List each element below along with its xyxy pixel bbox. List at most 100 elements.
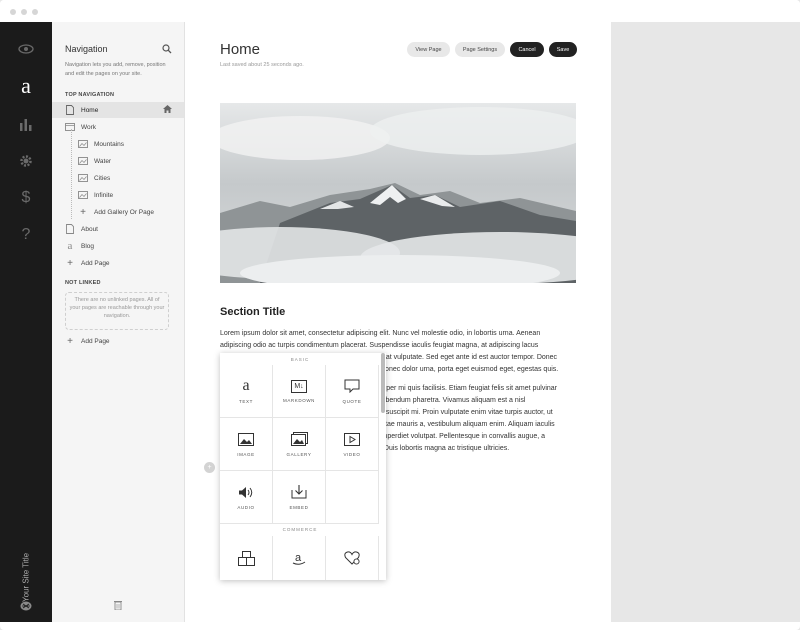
gallery-icon <box>290 431 308 447</box>
nav-item-label: Add Page <box>81 337 110 345</box>
commerce-dollar-icon[interactable]: $ <box>16 188 36 208</box>
block-picker-menu: BASIC a TEXT M↓ MARKDOWN QUOTE IMAGE GAL… <box>220 353 386 580</box>
add-page-button[interactable]: + Add Page <box>52 255 184 271</box>
video-icon <box>344 431 360 447</box>
nav-item-label: Home <box>81 106 99 114</box>
settings-gear-icon[interactable] <box>16 151 36 171</box>
embed-block-button[interactable]: EMBED <box>273 471 326 524</box>
empty-tile <box>326 471 379 524</box>
block-label: EMBED <box>289 505 309 510</box>
nav-item-cities[interactable]: Cities <box>52 170 184 186</box>
window-dot-maximize[interactable] <box>32 9 38 15</box>
analytics-icon[interactable] <box>16 114 36 134</box>
nav-item-label: Work <box>81 123 97 131</box>
nav-item-label: Cities <box>94 174 111 182</box>
gallery-icon <box>78 156 88 166</box>
nav-heading: Navigation <box>65 44 108 54</box>
markdown-block-button[interactable]: M↓ MARKDOWN <box>273 365 326 418</box>
folder-icon <box>65 122 75 132</box>
block-picker-scrollbar[interactable] <box>381 353 385 413</box>
basic-category-label: BASIC <box>290 357 310 362</box>
gallery-icon <box>78 173 88 183</box>
product-block-button[interactable] <box>220 536 273 580</box>
nav-item-label: Mountains <box>94 140 124 148</box>
amazon-icon: a <box>291 550 307 566</box>
nav-item-blog[interactable]: a Blog <box>52 238 184 254</box>
block-label: QUOTE <box>342 399 362 404</box>
nav-item-about[interactable]: About <box>52 221 184 237</box>
not-linked-label: NOT LINKED <box>65 280 101 286</box>
eye-icon[interactable] <box>16 39 36 59</box>
cancel-button[interactable]: Cancel <box>510 42 544 57</box>
page-icon <box>65 105 75 115</box>
nav-item-label: Water <box>94 157 112 165</box>
block-label: VIDEO <box>343 452 361 457</box>
body-text-line[interactable]: a suscipit mi. Proin vulputate enim vita… <box>380 407 576 418</box>
unlinked-pages-dropzone: There are no unlinked pages. All of your… <box>65 292 169 330</box>
user-avatar-icon[interactable] <box>16 596 36 616</box>
add-gallery-or-page-button[interactable]: + Add Gallery Or Page <box>52 204 184 220</box>
body-text-line[interactable]: imperdiet volutpat. Pellentesque in conv… <box>380 431 576 442</box>
nav-item-home[interactable]: Home <box>52 102 184 118</box>
image-block-button[interactable]: IMAGE <box>220 418 273 471</box>
quote-block-button[interactable]: QUOTE <box>326 365 379 418</box>
save-button[interactable]: Save <box>549 42 577 57</box>
gallery-block-button[interactable]: GALLERY <box>273 418 326 471</box>
plus-icon: + <box>67 257 73 269</box>
audio-block-button[interactable]: AUDIO <box>220 471 273 524</box>
nav-item-infinite[interactable]: Infinite <box>52 187 184 203</box>
block-label: MARKDOWN <box>282 397 316 403</box>
body-text-line[interactable]: adipiscing odio ac turpis condimentum pl… <box>220 340 576 351</box>
plus-icon: + <box>80 206 86 218</box>
search-icon[interactable] <box>162 44 172 54</box>
gallery-icon <box>78 190 88 200</box>
section-title[interactable]: Section Title <box>220 306 285 318</box>
amazon-block-button[interactable]: a <box>273 536 326 580</box>
site-logo-icon[interactable]: a <box>16 73 36 98</box>
body-text-line[interactable]: vitae mauris a, vestibulum aliquam enim.… <box>380 419 576 430</box>
body-text-line[interactable]: bibendum pharetra. Vivamus aliquam est a… <box>380 395 576 406</box>
body-text-line[interactable]: . Duis lobortis magna ac tristique ultri… <box>380 443 576 454</box>
body-text-line[interactable]: tpat vulputate. Sed eget ante id est auc… <box>380 352 576 363</box>
text-block-button[interactable]: a TEXT <box>220 365 273 418</box>
nav-item-label: Add Gallery Or Page <box>94 208 154 216</box>
nav-item-mountains[interactable]: Mountains <box>52 136 184 152</box>
nav-item-label: Add Page <box>81 259 110 267</box>
trash-icon[interactable] <box>114 600 122 611</box>
add-unlinked-page-button[interactable]: + Add Page <box>52 333 184 349</box>
last-saved-status: Last saved about 25 seconds ago. <box>220 62 304 68</box>
video-block-button[interactable]: VIDEO <box>326 418 379 471</box>
commerce-category-label: COMMERCE <box>282 527 318 532</box>
block-label: TEXT <box>239 399 253 404</box>
help-icon[interactable]: ? <box>16 225 36 245</box>
window-dot-close[interactable] <box>10 9 16 15</box>
window-titlebar <box>0 0 800 23</box>
markdown-icon: M↓ <box>291 379 307 393</box>
block-label: AUDIO <box>237 505 255 510</box>
body-text-line[interactable]: orper mi quis facilisis. Etiam feugiat f… <box>380 383 576 394</box>
nav-item-label: About <box>81 225 98 233</box>
plus-icon: + <box>67 335 73 347</box>
preview-gutter <box>611 22 800 622</box>
navigation-panel: Navigation Navigation lets you add, remo… <box>52 22 185 622</box>
block-label: IMAGE <box>237 452 255 457</box>
page-editor: Home Last saved about 25 seconds ago. Vi… <box>185 22 611 622</box>
product-icon <box>237 550 255 566</box>
gallery-icon <box>78 139 88 149</box>
page-settings-button[interactable]: Page Settings <box>455 42 505 57</box>
nav-item-water[interactable]: Water <box>52 153 184 169</box>
donation-block-button[interactable] <box>326 536 379 580</box>
body-text-line[interactable]: Donec dolor urna, porta eget euismod ege… <box>380 364 576 375</box>
view-page-button[interactable]: View Page <box>407 42 450 57</box>
hero-image[interactable] <box>220 103 576 283</box>
window-dot-minimize[interactable] <box>21 9 27 15</box>
home-icon <box>163 105 172 115</box>
body-text-line[interactable]: Lorem ipsum dolor sit amet, consectetur … <box>220 328 576 339</box>
blog-icon: a <box>67 240 73 252</box>
app-window: a $ ? Your Site Title Navigation Navigat… <box>0 0 800 630</box>
insert-point-icon[interactable]: + <box>204 462 215 473</box>
heart-icon <box>344 550 360 566</box>
text-icon: a <box>242 377 250 394</box>
top-navigation-label: TOP NAVIGATION <box>65 92 115 98</box>
block-label: GALLERY <box>286 452 312 457</box>
